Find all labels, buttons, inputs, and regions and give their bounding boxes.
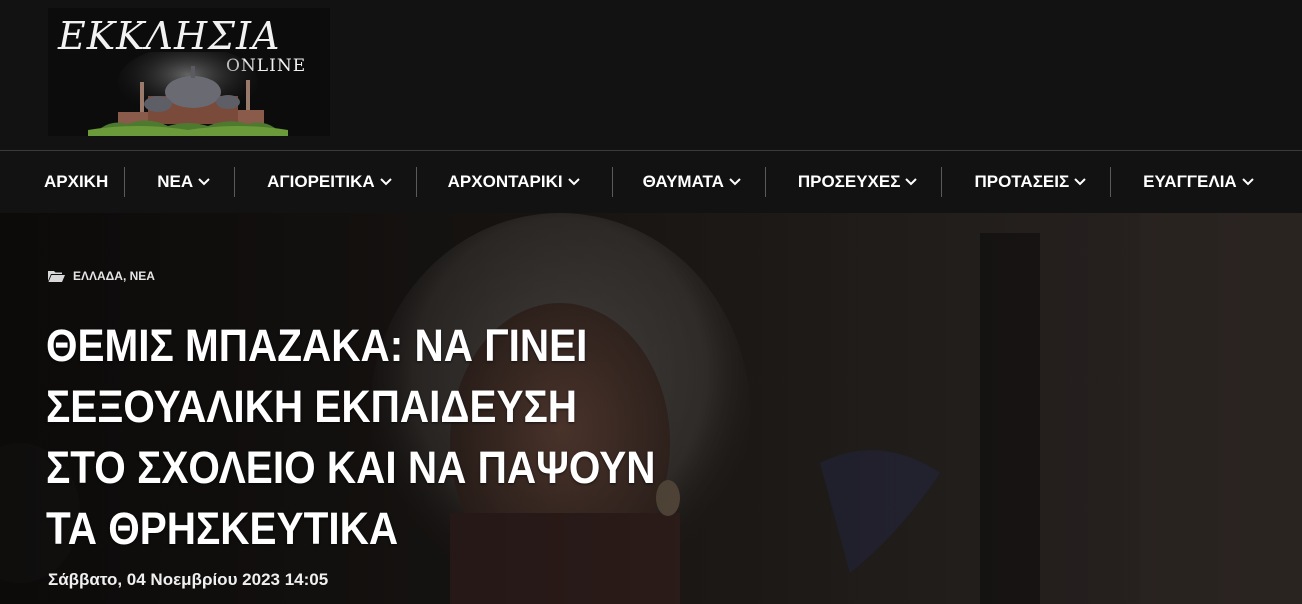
article-title: ΘΕΜΙΣ ΜΠΑΖΑΚΑ: ΝΑ ΓΙΝΕΙ ΣΕΞΟΥΑΛΙΚΗ ΕΚΠΑΙ… bbox=[46, 320, 656, 554]
folder-open-icon bbox=[48, 271, 65, 282]
chevron-down-icon bbox=[379, 178, 392, 186]
site-logo[interactable]: ΕΚΚΛΗΣΙΑ ONLINE bbox=[48, 8, 330, 136]
main-navigation: ΑΡΧΙΚΗ ΝΕΑ ΑΓΙΟΡΕΙΤΙΚΑ ΑΡΧΟΝΤΑΡΙΚΙ ΘΑΥΜΑ… bbox=[0, 151, 1302, 213]
article-date: Σάββατο, 04 Νοεμβρίου 2023 14:05 bbox=[48, 570, 329, 589]
chevron-down-icon bbox=[198, 178, 210, 186]
nav-item-archontariki[interactable]: ΑΡΧΟΝΤΑΡΙΚΙ bbox=[417, 167, 612, 197]
chevron-down-icon bbox=[1074, 178, 1086, 186]
nav-item-label: ΘΑΥΜΑΤΑ bbox=[642, 172, 724, 191]
nav-item-label: ΑΡΧΟΝΤΑΡΙΚΙ bbox=[447, 172, 563, 191]
site-header: ΕΚΚΛΗΣΙΑ ONLINE bbox=[0, 0, 1302, 150]
nav-item-proposals[interactable]: ΠΡΟΤΑΣΕΙΣ bbox=[942, 167, 1110, 197]
chevron-down-icon bbox=[905, 178, 918, 186]
nav-item-athos[interactable]: ΑΓΙΟΡΕΙΤΙΚΑ bbox=[235, 167, 416, 197]
nav-item-gospels[interactable]: ΕΥΑΓΓΕΛΙΑ bbox=[1111, 167, 1270, 197]
article-categories[interactable]: ΕΛΛΑΔΑ, ΝΕΑ bbox=[48, 269, 155, 283]
nav-item-label: ΠΡΟΣΕΥΧΕΣ bbox=[797, 172, 901, 191]
category-links[interactable]: ΕΛΛΑΔΑ, ΝΕΑ bbox=[73, 269, 155, 283]
nav-item-prayers[interactable]: ΠΡΟΣΕΥΧΕΣ bbox=[766, 167, 942, 197]
article-hero: ΕΛΛΑΔΑ, ΝΕΑ ΘΕΜΙΣ ΜΠΑΖΑΚΑ: ΝΑ ΓΙΝΕΙ ΣΕΞΟ… bbox=[0, 213, 1302, 604]
chevron-down-icon bbox=[567, 178, 580, 186]
church-logo-image bbox=[88, 52, 288, 136]
chevron-down-icon bbox=[1241, 178, 1254, 186]
nav-item-label: ΠΡΟΤΑΣΕΙΣ bbox=[974, 172, 1070, 191]
nav-item-label: ΑΓΙΟΡΕΙΤΙΚΑ bbox=[267, 172, 375, 191]
nav-item-home[interactable]: ΑΡΧΙΚΗ bbox=[28, 167, 124, 197]
chevron-down-icon bbox=[729, 178, 741, 186]
nav-item-label: ΝΕΑ bbox=[157, 172, 194, 191]
nav-item-news[interactable]: ΝΕΑ bbox=[125, 167, 234, 197]
nav-item-miracles[interactable]: ΘΑΥΜΑΤΑ bbox=[613, 167, 765, 197]
nav-item-label: ΑΡΧΙΚΗ bbox=[44, 172, 109, 191]
nav-item-label: ΕΥΑΓΓΕΛΙΑ bbox=[1143, 172, 1237, 191]
